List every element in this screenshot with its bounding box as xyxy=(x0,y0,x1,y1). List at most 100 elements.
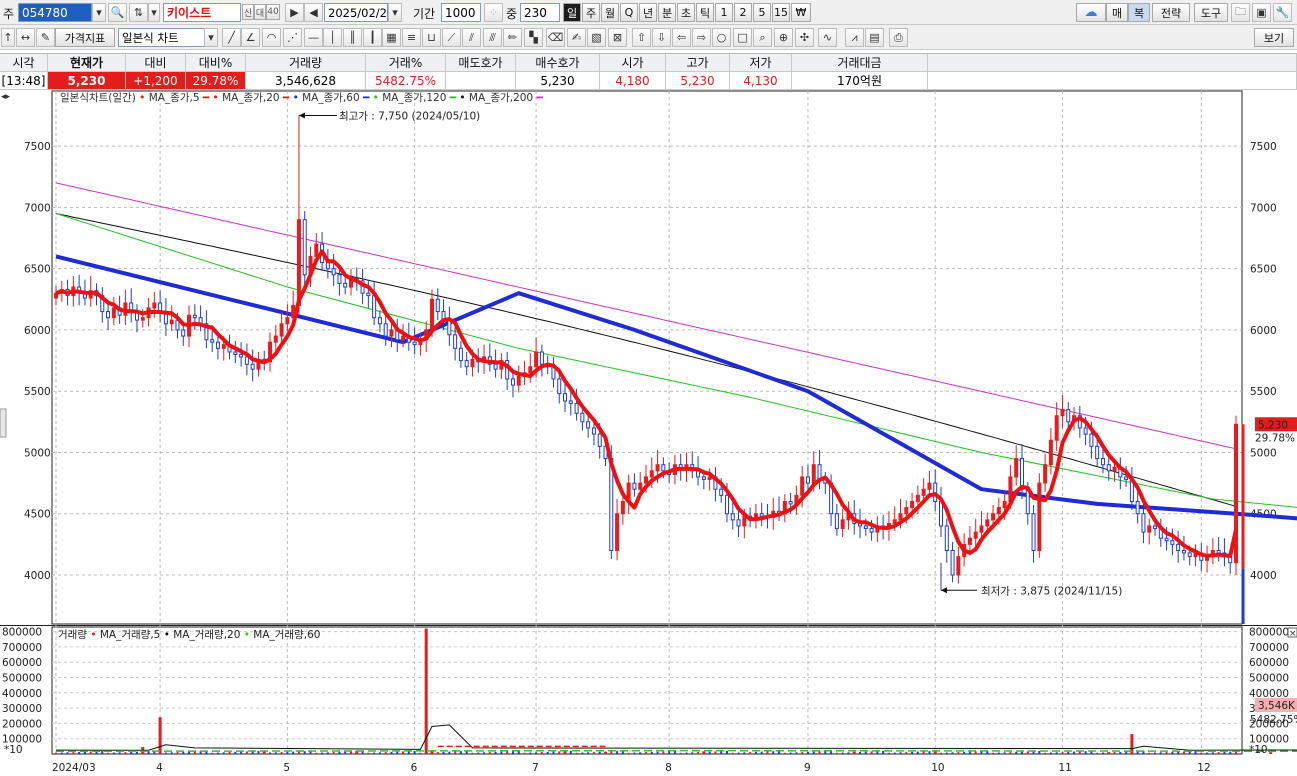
magnify-icon[interactable]: ⊕ xyxy=(774,28,793,47)
timeframe-tab-4[interactable]: 년 xyxy=(639,3,657,22)
stock-code-input[interactable]: 054780 xyxy=(18,3,92,22)
pencil-icon[interactable]: ✏ xyxy=(503,28,522,47)
channel-icon[interactable]: ⫽ xyxy=(462,28,481,47)
timeframe-tab-12[interactable]: ₩ xyxy=(791,3,811,22)
grid-settings-icon[interactable]: ⁘ xyxy=(484,3,503,22)
stock-name-field[interactable]: 키이스트 xyxy=(163,3,241,22)
next-arrow-icon[interactable]: ▶ xyxy=(285,3,304,22)
count-input[interactable]: 230 xyxy=(520,3,560,22)
volume-bar xyxy=(222,752,225,754)
candle-body xyxy=(302,219,307,276)
timeframe-tab-3[interactable]: Q xyxy=(620,3,638,22)
volume-bar xyxy=(72,752,75,754)
candle-body xyxy=(435,298,440,313)
settings-wrench-icon[interactable]: 🔧 xyxy=(1273,3,1292,22)
fibonacci-time-icon[interactable]: ┃ xyxy=(363,28,382,47)
period-input[interactable]: 1000 xyxy=(441,3,481,22)
folder-icon[interactable]: 🗀 xyxy=(1231,3,1250,22)
timeframe-tab-7[interactable]: 틱 xyxy=(696,3,714,22)
speed-line-icon[interactable]: ⊔ xyxy=(422,28,441,47)
parallel-icon[interactable]: ⫻ xyxy=(483,28,502,47)
right-icon[interactable]: ⇨ xyxy=(692,28,711,47)
trendline-icon[interactable]: ╱ xyxy=(222,28,241,47)
quote-value-10: 4,130 xyxy=(730,72,792,90)
left-icon[interactable]: ⇦ xyxy=(672,28,691,47)
save-icon[interactable]: ▣ xyxy=(1252,3,1271,22)
circle-icon[interactable]: ○ xyxy=(712,28,731,47)
volume-bar xyxy=(905,752,908,754)
volume-bar xyxy=(870,751,873,754)
volume-bar xyxy=(1015,751,1018,754)
chart-type-select[interactable]: 일본식 차트 xyxy=(118,28,206,47)
date-input[interactable]: 2025/02/20 xyxy=(324,3,394,22)
edit-icon[interactable]: ✎ xyxy=(36,28,55,47)
timeframe-tab-1[interactable]: 주 xyxy=(582,3,600,22)
horizontal-resize-icon[interactable]: ↔ xyxy=(16,28,35,47)
timeframe-tab-11[interactable]: 15 xyxy=(772,3,790,22)
retracement-icon[interactable]: ≡ xyxy=(402,28,421,47)
search-icon[interactable]: 🔍 xyxy=(108,3,127,22)
cloud-icon[interactable]: ☁ xyxy=(1076,3,1106,22)
horizontal-line-icon[interactable]: — xyxy=(304,28,323,47)
up-arrow-icon[interactable]: ↑ xyxy=(1,28,15,47)
print-preview-icon[interactable]: ▤ xyxy=(865,28,884,47)
angle-line-icon[interactable]: ∠ xyxy=(241,28,260,47)
price-volume-chart[interactable]: 4000 40004500 45005000 50005500 55006000 6000… xyxy=(0,89,1297,776)
volume-bar xyxy=(1159,752,1162,754)
fan-icon[interactable]: ⋰ xyxy=(283,28,302,47)
drawing-toolbar: ↑ ↔ ✎ 가격지표 일본식 차트 ▾ ╱ ∠ ◠ ⋰ — │ ║ ┃ ▦ ≡ ⊔ ⟋ ⫽ ⫻ ✏ ▚ ⌫ ✍ ▧ ⊠… xyxy=(0,25,1297,50)
print-icon[interactable]: ⎙ xyxy=(889,28,908,47)
wave2-icon[interactable]: ⩘ xyxy=(845,28,864,47)
arc-icon[interactable]: ◠ xyxy=(262,28,281,47)
zoom-icon[interactable]: ⌕ xyxy=(753,28,772,47)
tools-button[interactable]: 도구 xyxy=(1194,3,1228,22)
code-dropdown-icon[interactable]: ▾ xyxy=(92,3,106,22)
volume-bar xyxy=(477,752,480,754)
cycle-lines-icon[interactable]: ║ xyxy=(343,28,362,47)
up-icon[interactable]: ⇧ xyxy=(632,28,651,47)
timeframe-tab-5[interactable]: 분 xyxy=(658,3,676,22)
timeframe-tab-8[interactable]: 1 xyxy=(715,3,733,22)
sort-dropdown-icon[interactable]: ▾ xyxy=(148,3,160,22)
prev-arrow-icon[interactable]: ◀ xyxy=(304,3,323,22)
eraser-icon[interactable]: ⌫ xyxy=(546,28,565,47)
chart-type-dropdown-icon[interactable]: ▾ xyxy=(204,28,218,47)
indicator-button[interactable]: 가격지표 xyxy=(55,28,115,47)
view-button[interactable]: 보기 xyxy=(1254,28,1294,47)
candle-body xyxy=(1037,482,1042,551)
candle-body xyxy=(1002,500,1007,509)
gann-icon[interactable]: ⟋ xyxy=(442,28,461,47)
volume-bar xyxy=(1026,751,1029,754)
x-tick-6: 9 xyxy=(804,762,811,774)
wave-icon[interactable]: ∿ xyxy=(818,28,837,47)
vertical-line-icon[interactable]: │ xyxy=(323,28,342,47)
delete-icon[interactable]: ⊠ xyxy=(608,28,627,47)
date-dropdown-icon[interactable]: ▾ xyxy=(388,3,402,22)
timeframe-tab-0[interactable]: 일 xyxy=(563,3,581,22)
candle-body xyxy=(1089,433,1094,447)
volume-bar xyxy=(812,751,815,754)
timeframe-tab-9[interactable]: 2 xyxy=(734,3,752,22)
down-icon[interactable]: ⇩ xyxy=(652,28,671,47)
buy-sell-button[interactable]: 매 xyxy=(1106,3,1128,22)
rectangle-icon[interactable]: □ xyxy=(733,28,752,47)
volume-bar xyxy=(1148,752,1151,754)
volume-bar xyxy=(598,751,601,754)
crosshair-icon[interactable]: ✣ xyxy=(795,28,814,47)
candle-body xyxy=(898,513,903,521)
timeframe-tab-6[interactable]: 초 xyxy=(677,3,695,22)
notes-icon[interactable]: ✍ xyxy=(567,28,586,47)
timeframe-tab-10[interactable]: 5 xyxy=(753,3,771,22)
sort-arrows-icon[interactable]: ⇅ xyxy=(129,3,148,22)
volume-bar xyxy=(89,751,92,754)
color-palette-icon[interactable]: ▚ xyxy=(524,28,543,47)
volume-bar xyxy=(795,752,798,754)
volume-bar xyxy=(511,751,514,754)
candle-body xyxy=(429,298,434,331)
grid-icon[interactable]: ▦ xyxy=(382,28,401,47)
strategy-button[interactable]: 전략 xyxy=(1152,3,1190,22)
volume-bar xyxy=(436,752,439,754)
timeframe-tab-2[interactable]: 월 xyxy=(601,3,619,22)
clear-icon[interactable]: ▧ xyxy=(587,28,606,47)
compound-button[interactable]: 복 xyxy=(1128,3,1150,22)
